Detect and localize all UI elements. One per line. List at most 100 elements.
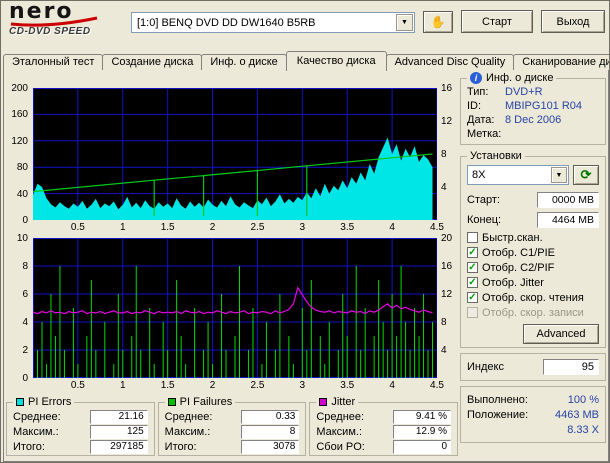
disc-id-value: MBIPG101 R04	[505, 100, 583, 112]
checkbox-label: Отобр. C1/PIE	[482, 246, 555, 259]
tab-disc-quality[interactable]: Качество диска	[285, 51, 387, 71]
speed-select-value: 8X	[472, 169, 486, 181]
tick-label: 1	[119, 380, 126, 391]
stat-value: 125	[89, 424, 148, 439]
tick-label: 1	[119, 222, 126, 233]
checkbox-show-c1-pie[interactable]: ✓ Отобр. C1/PIE	[467, 245, 599, 260]
checkbox-box	[467, 307, 478, 318]
position-value: 4463 MB	[554, 408, 599, 421]
progress-value: 100 %	[567, 393, 599, 406]
disc-info-label: ID:	[467, 100, 482, 112]
stat-label: Среднее:	[13, 410, 61, 423]
progress-label: Выполнено:	[467, 393, 528, 406]
tick-label: 4	[22, 317, 28, 328]
nero-logo: nero CD-DVD SPEED	[9, 1, 125, 46]
stat-label: Среднее:	[164, 410, 213, 423]
checkbox-box[interactable]: ✓	[467, 277, 478, 288]
tick-label: 0	[22, 373, 28, 384]
tab-benchmark[interactable]: Эталонный тест	[3, 54, 104, 70]
tick-label: 200	[11, 83, 28, 94]
checkbox-box[interactable]: ✓	[467, 292, 478, 303]
top-chart-right-axis: 16 12 8 4	[439, 83, 458, 220]
index-label: Индекс	[467, 361, 504, 373]
bottom-chart-x-axis: 0.5 1 1.5 2 2.5 3 3.5 4 4.5	[33, 380, 444, 391]
start-field[interactable]: 0000 MB	[537, 192, 599, 208]
tick-label: 2	[209, 222, 216, 233]
pi-failures-stats-box: PI Failures Среднее: 0.33 Максим.: 8 Итого…	[157, 396, 307, 456]
stat-value: 0	[393, 439, 452, 454]
tick-label: 20	[441, 233, 453, 244]
pi-errors-stats-box: PI Errors Среднее: 21.16 Максим.: 125 Итог…	[6, 396, 155, 456]
tick-label: 0.5	[70, 222, 85, 233]
stat-label: Максим.:	[164, 425, 211, 438]
tab-create-disc[interactable]: Создание диска	[102, 54, 203, 70]
end-field-label: Конец:	[467, 214, 502, 226]
logo-subtext: CD-DVD SPEED	[9, 26, 91, 37]
stats-title: PI Errors	[28, 396, 72, 408]
checkbox-label: Отобр. Jitter	[482, 276, 544, 289]
checkbox-box[interactable]	[467, 232, 478, 243]
speed-select[interactable]: 8X ▼	[467, 165, 569, 185]
stat-value: 12.9 %	[393, 424, 452, 439]
checkbox-label: Отобр. скор. записи	[482, 306, 584, 319]
tick-label: 160	[11, 109, 28, 121]
tick-label: 0.5	[70, 380, 85, 391]
pi-errors-swatch-icon	[16, 398, 24, 406]
checkbox-show-jitter[interactable]: ✓ Отобр. Jitter	[467, 275, 599, 290]
checkbox-box[interactable]: ✓	[467, 262, 478, 273]
tick-label: 2.5	[250, 380, 265, 391]
stat-value: 297185	[89, 439, 148, 454]
logo-swoosh-icon	[10, 16, 98, 27]
tick-label: 12	[441, 289, 453, 300]
drive-selector[interactable]: [1:0] BENQ DVD DD DW1640 B5RB ▼	[131, 12, 415, 33]
tick-label: 3.5	[340, 222, 355, 233]
tick-label: 40	[16, 188, 28, 200]
tab-disc-info[interactable]: Инф. о диске	[201, 54, 287, 70]
chevron-down-icon[interactable]: ▼	[396, 14, 413, 31]
tick-label: 4	[389, 222, 395, 233]
refresh-icon: ⟳	[580, 167, 592, 182]
refresh-button[interactable]: ⟳	[573, 165, 599, 185]
checkbox-quick-scan[interactable]: Быстр.скан.	[467, 230, 599, 245]
start-button[interactable]: Старт	[461, 10, 533, 33]
tick-label: 2.5	[250, 222, 265, 233]
hand-tool-button[interactable]: ✋	[423, 11, 453, 33]
top-chart-left-axis: 200 160 120 80 40 0	[6, 83, 31, 226]
stat-value: 3078	[241, 439, 300, 454]
index-box: Индекс 95	[460, 353, 606, 381]
tick-label: 4	[441, 345, 447, 356]
checkbox-box[interactable]: ✓	[467, 247, 478, 258]
speed-readout-value: 8.33 X	[567, 423, 599, 436]
tick-label: 3	[299, 380, 306, 391]
checkbox-label: Быстр.скан.	[482, 231, 543, 244]
stat-label: Максим.:	[13, 425, 59, 438]
exit-button[interactable]: Выход	[541, 10, 605, 33]
tick-label: 4.5	[430, 380, 444, 391]
settings-box: Установки 8X ▼ ⟳ Старт: 0000 MB Конец: 446…	[460, 150, 606, 348]
pi-errors-chart	[33, 88, 437, 220]
end-field[interactable]: 4464 MB	[537, 212, 599, 228]
stat-label: Итого:	[13, 440, 45, 453]
tab-bar: Эталонный тест Создание диска Инф. о дис…	[3, 49, 609, 71]
advanced-button[interactable]: Advanced	[523, 324, 599, 344]
tick-label: 8	[441, 317, 447, 328]
info-icon: i	[470, 72, 482, 84]
stat-label: Максим.:	[316, 425, 363, 438]
stat-value: 8	[241, 424, 300, 439]
stat-value: 0.33	[241, 409, 300, 424]
tick-label: 8	[441, 149, 447, 160]
jitter-swatch-icon	[319, 398, 328, 406]
tick-label: 0	[22, 215, 28, 226]
position-label: Положение:	[467, 408, 529, 421]
tab-scan-disc[interactable]: Сканирование диска	[513, 54, 609, 70]
hand-icon: ✋	[430, 15, 446, 29]
disc-info-label: Тип:	[467, 86, 489, 98]
bottom-chart-right-axis: 20 16 12 8 4	[439, 233, 458, 378]
stat-label: Сбои PO:	[316, 440, 365, 453]
app-window: nero CD-DVD SPEED [1:0] BENQ DVD DD DW16…	[0, 0, 610, 463]
checkbox-show-c2-pif[interactable]: ✓ Отобр. C2/PIF	[467, 260, 599, 275]
checkbox-show-read-speed[interactable]: ✓ Отобр. скор. чтения	[467, 290, 599, 305]
index-value: 95	[543, 359, 599, 375]
chevron-down-icon[interactable]: ▼	[551, 167, 567, 183]
tab-advanced-disc-quality[interactable]: Advanced Disc Quality	[385, 54, 515, 70]
